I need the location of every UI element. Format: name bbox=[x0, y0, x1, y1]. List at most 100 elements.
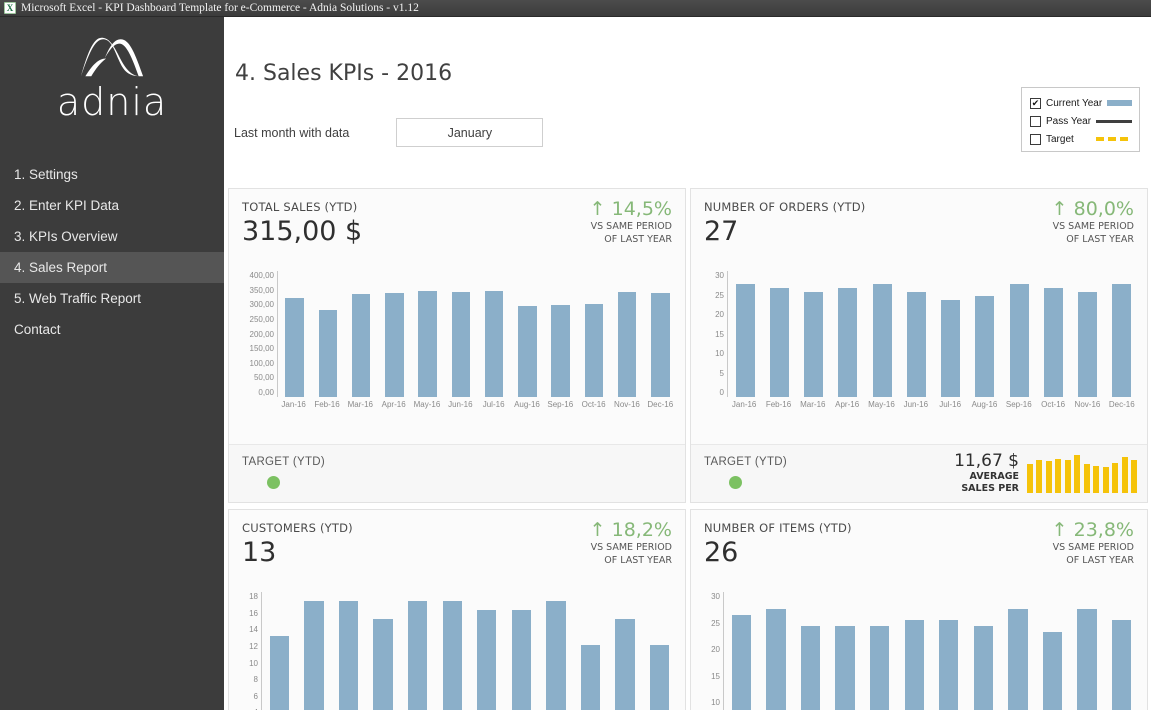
delta-subtitle-line2: OF LAST YEAR bbox=[604, 234, 672, 245]
sparkline-bar bbox=[1102, 467, 1109, 493]
sparkline-bar bbox=[1074, 455, 1081, 493]
sparkline-bar bbox=[1064, 459, 1071, 493]
y-axis-tick: 400,00 bbox=[249, 271, 274, 280]
chart-bar-slot bbox=[1104, 592, 1139, 710]
delta-percent: ↑ 80,0% bbox=[1051, 198, 1134, 220]
sidebar-item-label: 3. KPIs Overview bbox=[14, 229, 118, 244]
x-axis-tick: Aug-16 bbox=[971, 400, 998, 409]
chart-customers: 18161412108642 bbox=[237, 592, 677, 710]
target-label: TARGET (YTD) bbox=[242, 456, 326, 468]
sparkline-bar bbox=[1027, 464, 1033, 493]
sidebar-item-web-traffic-report[interactable]: 5. Web Traffic Report bbox=[0, 283, 224, 314]
chart-bar bbox=[351, 293, 371, 397]
kpi-card-customers: CUSTOMERS (YTD) 13 ↑ 18,2% VS SAME PERIO… bbox=[228, 509, 686, 710]
chart-bar bbox=[617, 292, 637, 397]
card-title: NUMBER OF ORDERS (YTD) bbox=[704, 200, 866, 214]
chart-bar-slot bbox=[1070, 592, 1105, 710]
sidebar-item-contact[interactable]: Contact bbox=[0, 314, 224, 345]
average-sales-block: 11,67 $ AVERAGE SALES PER bbox=[954, 451, 1019, 495]
chart-bar bbox=[649, 645, 670, 710]
chart-bar-slot bbox=[297, 592, 332, 710]
y-axis-tick: 30 bbox=[715, 271, 724, 280]
excel-icon: X bbox=[4, 2, 16, 14]
y-axis-tick: 30 bbox=[711, 592, 720, 601]
y-axis-tick: 250,00 bbox=[249, 314, 274, 324]
chart-bar-slot bbox=[1071, 271, 1105, 397]
legend-row-pass-year[interactable]: Pass Year bbox=[1030, 112, 1132, 130]
chart-bar-slot bbox=[608, 592, 643, 710]
delta-percent: ↑ 14,5% bbox=[589, 198, 672, 220]
chart-bar bbox=[484, 290, 504, 397]
x-axis-tick: Mar-16 bbox=[800, 400, 826, 409]
delta-percent: ↑ 23,8% bbox=[1051, 519, 1134, 541]
legend-checkbox-pass-year[interactable] bbox=[1030, 115, 1041, 127]
chart-bar bbox=[1112, 283, 1132, 397]
y-axis-tick: 100,00 bbox=[249, 358, 274, 368]
chart-bar-slot bbox=[1001, 592, 1036, 710]
chart-number-of-items: 30252015105 bbox=[699, 592, 1139, 710]
sidebar-item-settings[interactable]: 1. Settings bbox=[0, 159, 224, 190]
chart-bar bbox=[269, 636, 289, 710]
chart-bar bbox=[973, 626, 994, 710]
sidebar-item-label: 4. Sales Report bbox=[14, 260, 108, 275]
legend-checkbox-current-year[interactable]: ✔ bbox=[1030, 97, 1041, 109]
chart-bar-slot bbox=[899, 271, 933, 397]
y-axis-tick: 200,00 bbox=[249, 329, 274, 339]
legend-row-target[interactable]: Target bbox=[1030, 130, 1132, 148]
legend-label-pass-year: Pass Year bbox=[1046, 115, 1092, 127]
chart-bar bbox=[731, 614, 751, 710]
chart-bar bbox=[1111, 620, 1132, 710]
sidebar-item-label: Contact bbox=[14, 322, 61, 337]
sparkline-bar bbox=[1121, 457, 1128, 493]
month-select[interactable]: January bbox=[396, 118, 544, 147]
chart-bar bbox=[941, 300, 961, 397]
card-header: CUSTOMERS (YTD) 13 bbox=[242, 521, 353, 568]
sidebar-item-enter-kpi-data[interactable]: 2. Enter KPI Data bbox=[0, 190, 224, 221]
chart-bar bbox=[872, 283, 892, 397]
chart-bar bbox=[769, 287, 789, 397]
chart-bar bbox=[804, 292, 824, 397]
legend-checkbox-target[interactable] bbox=[1030, 133, 1041, 145]
legend-swatch-dash-icon bbox=[1096, 137, 1132, 141]
chart-bar-slot bbox=[511, 271, 544, 397]
y-axis-tick: 25 bbox=[711, 618, 720, 628]
chart-bar-slot bbox=[1035, 592, 1070, 710]
chart-bar-slot bbox=[797, 271, 831, 397]
x-axis-tick: May-16 bbox=[413, 400, 441, 409]
legend-swatch-bar-icon bbox=[1107, 100, 1132, 106]
chart-bar-slot bbox=[504, 592, 539, 710]
legend-label-current-year: Current Year bbox=[1046, 97, 1103, 109]
card-delta: ↑ 23,8% VS SAME PERIOD OF LAST YEAR bbox=[1052, 519, 1134, 567]
chart-bar-slot bbox=[366, 592, 401, 710]
kpi-card-number-of-items: NUMBER OF ITEMS (YTD) 26 ↑ 23,8% VS SAME… bbox=[690, 509, 1148, 710]
card-delta: ↑ 80,0% VS SAME PERIOD OF LAST YEAR bbox=[1052, 198, 1134, 246]
card-title: CUSTOMERS (YTD) bbox=[242, 521, 353, 535]
chart-bar-slot bbox=[759, 592, 794, 710]
chart-bar-slot bbox=[478, 271, 511, 397]
x-axis-tick: Apr-16 bbox=[381, 400, 406, 409]
sidebar-item-kpis-overview[interactable]: 3. KPIs Overview bbox=[0, 221, 224, 252]
chart-bar bbox=[385, 293, 404, 397]
chart-bar bbox=[451, 291, 471, 397]
x-axis-tick: Jun-16 bbox=[903, 400, 929, 409]
x-axis-tick: Oct-16 bbox=[581, 400, 606, 409]
excel-dashboard-window: X Microsoft Excel - KPI Dashboard Templa… bbox=[0, 0, 1151, 710]
card-header: NUMBER OF ITEMS (YTD) 26 bbox=[704, 521, 852, 568]
chart-bar-slot bbox=[539, 592, 574, 710]
legend-row-current-year[interactable]: ✔ Current Year bbox=[1030, 94, 1132, 112]
chart-bar bbox=[551, 304, 570, 397]
chart-bar bbox=[766, 609, 786, 710]
sparkline-bar bbox=[1093, 466, 1100, 493]
delta-subtitle-line1: VS SAME PERIOD bbox=[590, 542, 672, 553]
x-axis-tick: Aug-16 bbox=[514, 400, 540, 409]
chart-bar bbox=[975, 296, 995, 397]
y-axis-tick: 14 bbox=[249, 625, 258, 635]
brand-wordmark: adnia bbox=[56, 80, 168, 124]
legend-label-target: Target bbox=[1046, 133, 1074, 145]
chart-bar bbox=[651, 293, 670, 397]
delta-subtitle-line2: OF LAST YEAR bbox=[1066, 234, 1134, 245]
chart-bar bbox=[511, 609, 532, 710]
card-header: TOTAL SALES (YTD) 315,00 $ bbox=[242, 200, 362, 247]
sidebar-item-sales-report[interactable]: 4. Sales Report bbox=[0, 252, 224, 283]
card-delta: ↑ 18,2% VS SAME PERIOD OF LAST YEAR bbox=[590, 519, 672, 567]
